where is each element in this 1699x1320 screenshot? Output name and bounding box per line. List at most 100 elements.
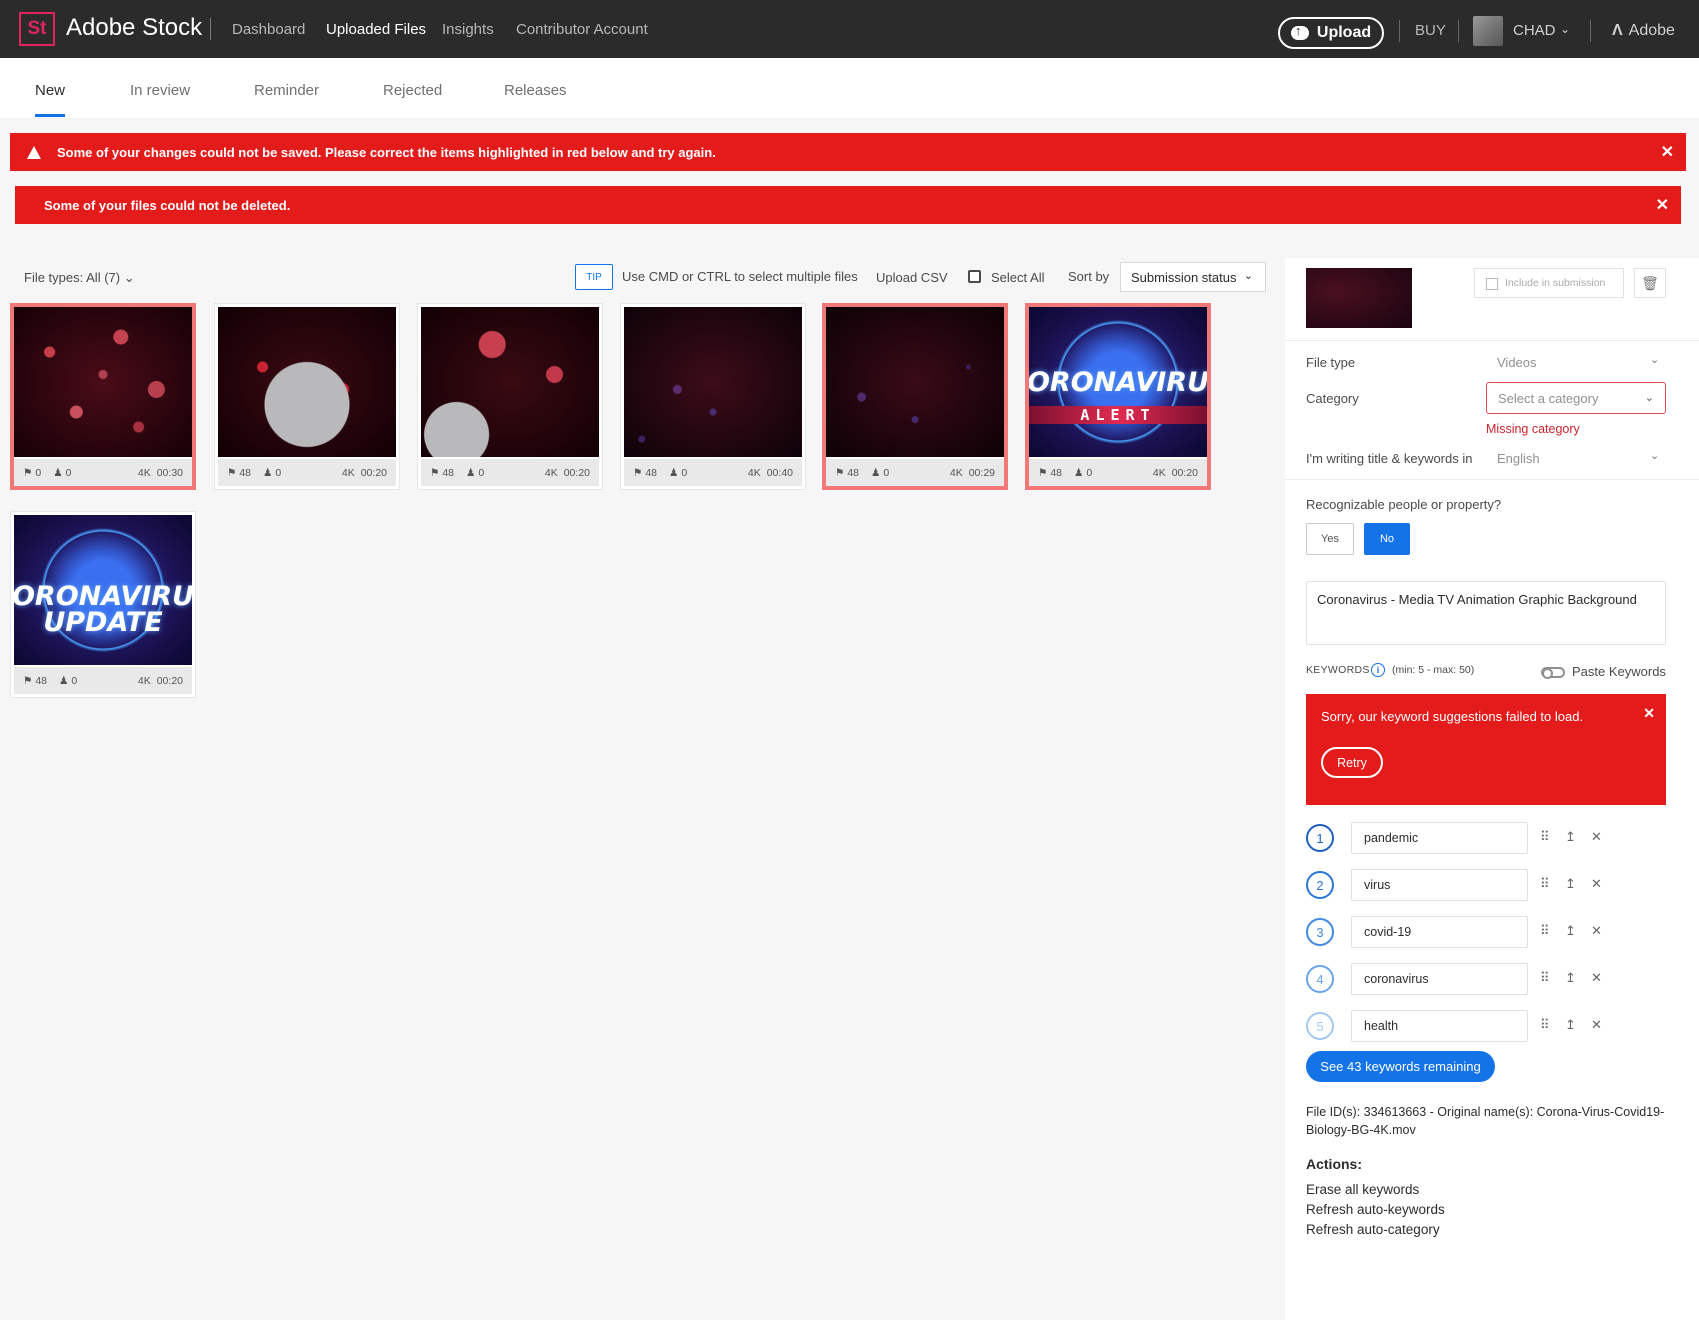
drag-handle-icon[interactable]: ⠿: [1540, 829, 1550, 845]
file-thumbnail[interactable]: ⚑ 48 ♟ 0 4K 00:29: [822, 303, 1008, 490]
keywords-range: (min: 5 - max: 50): [1392, 664, 1475, 676]
erase-keywords-action[interactable]: Erase all keywords: [1306, 1182, 1419, 1197]
upload-button[interactable]: Upload: [1278, 17, 1384, 49]
remove-keyword-icon[interactable]: ✕: [1591, 876, 1602, 892]
keyword-count: ⚑ 48: [835, 466, 860, 479]
close-icon[interactable]: ✕: [1661, 142, 1674, 162]
keyword-row: 5 health ⠿ ↥ ✕: [1306, 1010, 1666, 1042]
file-types-filter[interactable]: File types: All (7) ⌄: [24, 270, 135, 286]
top-bar: St Adobe Stock Dashboard Uploaded Files …: [0, 0, 1699, 58]
sort-select[interactable]: Submission status ⌄: [1120, 262, 1266, 292]
paste-keywords-label[interactable]: Paste Keywords: [1572, 664, 1666, 679]
upload-csv-link[interactable]: Upload CSV: [876, 270, 948, 285]
drag-handle-icon[interactable]: ⠿: [1540, 876, 1550, 892]
yes-button[interactable]: Yes: [1306, 523, 1354, 555]
avatar[interactable]: [1473, 16, 1503, 46]
nav-insights[interactable]: Insights: [442, 21, 494, 38]
remove-keyword-icon[interactable]: ✕: [1591, 829, 1602, 845]
keyword-count: ⚑ 48: [633, 466, 658, 479]
title-input[interactable]: Coronavirus - Media TV Animation Graphic…: [1306, 581, 1666, 645]
info-icon[interactable]: i: [1371, 663, 1385, 677]
file-thumbnail[interactable]: ⚑ 0 ♟ 0 4K 00:30: [10, 303, 196, 490]
tab-rejected[interactable]: Rejected: [383, 82, 442, 99]
move-to-top-icon[interactable]: ↥: [1565, 876, 1576, 892]
select-all-label[interactable]: Select All: [991, 270, 1044, 285]
chevron-down-icon[interactable]: ⌄: [1650, 449, 1659, 462]
move-to-top-icon[interactable]: ↥: [1565, 829, 1576, 845]
file-thumbnail[interactable]: ORONAVIRU ALERT ⚑ 48 ♟ 0 4K 00:20: [1025, 303, 1211, 490]
keyword-suggestions-error: Sorry, our keyword suggestions failed to…: [1306, 694, 1666, 805]
move-to-top-icon[interactable]: ↥: [1565, 970, 1576, 986]
tab-releases[interactable]: Releases: [504, 82, 567, 99]
file-thumbnail[interactable]: ⚑ 48 ♟ 0 4K 00:40: [620, 303, 806, 490]
keyword-row: 2 virus ⠿ ↥ ✕: [1306, 869, 1666, 901]
preview-overlay-text: ORONAVIRU: [1029, 367, 1207, 398]
keyword-input[interactable]: health: [1351, 1010, 1528, 1042]
video-preview: [14, 307, 192, 457]
drag-handle-icon[interactable]: ⠿: [1540, 1017, 1550, 1033]
file-type-label: File type: [1306, 355, 1356, 370]
adobe-stock-logo[interactable]: St: [19, 12, 55, 46]
brand-name[interactable]: Adobe Stock: [66, 14, 202, 42]
selected-file-preview: [1306, 268, 1412, 328]
release-count: ♟ 0: [59, 674, 78, 687]
retry-button[interactable]: Retry: [1321, 747, 1383, 778]
chevron-down-icon[interactable]: ⌄: [1650, 353, 1659, 366]
active-tab-indicator: [35, 114, 65, 117]
duration: 00:29: [968, 466, 995, 479]
language-value[interactable]: English: [1497, 451, 1540, 466]
release-count: ♟ 0: [53, 466, 72, 479]
include-checkbox[interactable]: [1486, 278, 1498, 290]
preview-overlay-band: ALERT: [1029, 406, 1207, 424]
tab-in-review[interactable]: In review: [130, 82, 190, 99]
file-thumbnail[interactable]: ⚑ 48 ♟ 0 4K 00:20: [417, 303, 603, 490]
nav-dashboard[interactable]: Dashboard: [232, 21, 305, 38]
adobe-link[interactable]: Λ Adobe: [1612, 22, 1675, 40]
keyword-row: 4 coronavirus ⠿ ↥ ✕: [1306, 963, 1666, 995]
remove-keyword-icon[interactable]: ✕: [1591, 923, 1602, 939]
keyword-input[interactable]: virus: [1351, 869, 1528, 901]
tab-reminder[interactable]: Reminder: [254, 82, 319, 99]
refresh-keywords-action[interactable]: Refresh auto-keywords: [1306, 1202, 1445, 1217]
move-to-top-icon[interactable]: ↥: [1565, 923, 1576, 939]
divider: [1285, 479, 1699, 480]
chevron-down-icon: ⌄: [1644, 392, 1654, 404]
buy-link[interactable]: BUY: [1415, 22, 1446, 39]
sort-by-label: Sort by: [1068, 269, 1110, 284]
tab-new[interactable]: New: [35, 82, 65, 99]
nav-contributor-account[interactable]: Contributor Account: [516, 21, 648, 38]
language-label: I'm writing title & keywords in: [1306, 451, 1473, 466]
nav-uploaded-files[interactable]: Uploaded Files: [326, 21, 426, 38]
close-icon[interactable]: ✕: [1643, 705, 1655, 722]
duration: 00:20: [563, 466, 590, 479]
keyword-rank: 1: [1306, 824, 1334, 852]
refresh-category-action[interactable]: Refresh auto-category: [1306, 1222, 1440, 1237]
include-in-submission-toggle[interactable]: Include in submission: [1474, 268, 1624, 298]
close-icon[interactable]: ✕: [1656, 195, 1669, 215]
duration: 00:20: [1171, 466, 1198, 479]
remove-keyword-icon[interactable]: ✕: [1591, 970, 1602, 986]
divider: [1285, 340, 1699, 341]
keyword-input[interactable]: coronavirus: [1351, 963, 1528, 995]
drag-handle-icon[interactable]: ⠿: [1540, 923, 1550, 939]
resolution: 4K: [341, 466, 355, 479]
chevron-down-icon: ⌄: [1243, 270, 1253, 282]
preview-overlay-text: UPDATE: [43, 607, 163, 638]
no-button[interactable]: No: [1364, 523, 1410, 555]
file-thumbnail[interactable]: ORONAVIRU UPDATE ⚑ 48 ♟ 0 4K 00:20: [10, 511, 196, 698]
file-type-value[interactable]: Videos: [1497, 355, 1537, 370]
drag-handle-icon[interactable]: ⠿: [1540, 970, 1550, 986]
trash-icon[interactable]: 🗑: [1634, 268, 1666, 298]
chevron-down-icon[interactable]: ⌄: [1560, 22, 1570, 36]
paste-keywords-toggle[interactable]: [1541, 667, 1565, 679]
keyword-input[interactable]: pandemic: [1351, 822, 1528, 854]
remove-keyword-icon[interactable]: ✕: [1591, 1017, 1602, 1033]
see-remaining-keywords-button[interactable]: See 43 keywords remaining: [1306, 1051, 1495, 1082]
move-to-top-icon[interactable]: ↥: [1565, 1017, 1576, 1033]
user-name[interactable]: CHAD: [1513, 22, 1556, 39]
category-select[interactable]: Select a category ⌄: [1486, 382, 1666, 414]
divider: [1399, 20, 1400, 42]
file-thumbnail[interactable]: ⚑ 48 ♟ 0 4K 00:20: [214, 303, 400, 490]
select-all-checkbox[interactable]: [968, 270, 981, 283]
keyword-input[interactable]: covid-19: [1351, 916, 1528, 948]
